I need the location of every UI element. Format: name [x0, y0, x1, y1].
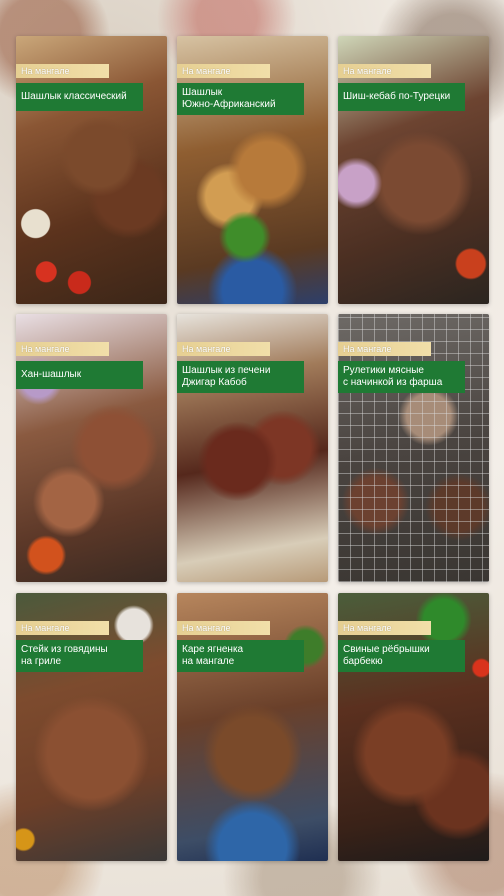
menu-card-liver-shashlik[interactable]: На мангале Шашлык из печени Джигар Кабоб [177, 314, 328, 582]
menu-grid: На мангале Шашлык классический На мангал… [0, 0, 504, 896]
category-tag: На мангале [16, 621, 109, 635]
card-title: Шашлык классический [16, 83, 143, 111]
card-title: Хан-шашлык [16, 361, 143, 389]
menu-card-shashlik-south-african[interactable]: На мангале Шашлык Южно-Африканский [177, 36, 328, 304]
card-title: Шашлык из печени Джигар Кабоб [177, 361, 304, 393]
card-title: Свиные рёбрышки барбекю [338, 640, 465, 672]
category-tag: На мангале [338, 621, 431, 635]
card-title: Шашлык Южно-Африканский [177, 83, 304, 115]
category-tag: На мангале [177, 64, 270, 78]
category-tag: На мангале [338, 64, 431, 78]
menu-card-beef-steak[interactable]: На мангале Стейк из говядины на гриле [16, 593, 167, 861]
card-title: Шиш-кебаб по-Турецки [338, 83, 465, 111]
menu-card-shashlik-classic[interactable]: На мангале Шашлык классический [16, 36, 167, 304]
card-title: Стейк из говядины на гриле [16, 640, 143, 672]
menu-card-pork-ribs[interactable]: На мангале Свиные рёбрышки барбекю [338, 593, 489, 861]
card-title: Рулетики мясные с начинкой из фарша [338, 361, 465, 393]
menu-card-khan-shashlik[interactable]: На мангале Хан-шашлык [16, 314, 167, 582]
menu-card-lamb-rack[interactable]: На мангале Каре ягненка на мангале [177, 593, 328, 861]
card-title: Каре ягненка на мангале [177, 640, 304, 672]
category-tag: На мангале [16, 64, 109, 78]
category-tag: На мангале [16, 342, 109, 356]
category-tag: На мангале [338, 342, 431, 356]
menu-card-shish-kebab-turkish[interactable]: На мангале Шиш-кебаб по-Турецки [338, 36, 489, 304]
menu-card-meat-rolls[interactable]: На мангале Рулетики мясные с начинкой из… [338, 314, 489, 582]
category-tag: На мангале [177, 621, 270, 635]
category-tag: На мангале [177, 342, 270, 356]
